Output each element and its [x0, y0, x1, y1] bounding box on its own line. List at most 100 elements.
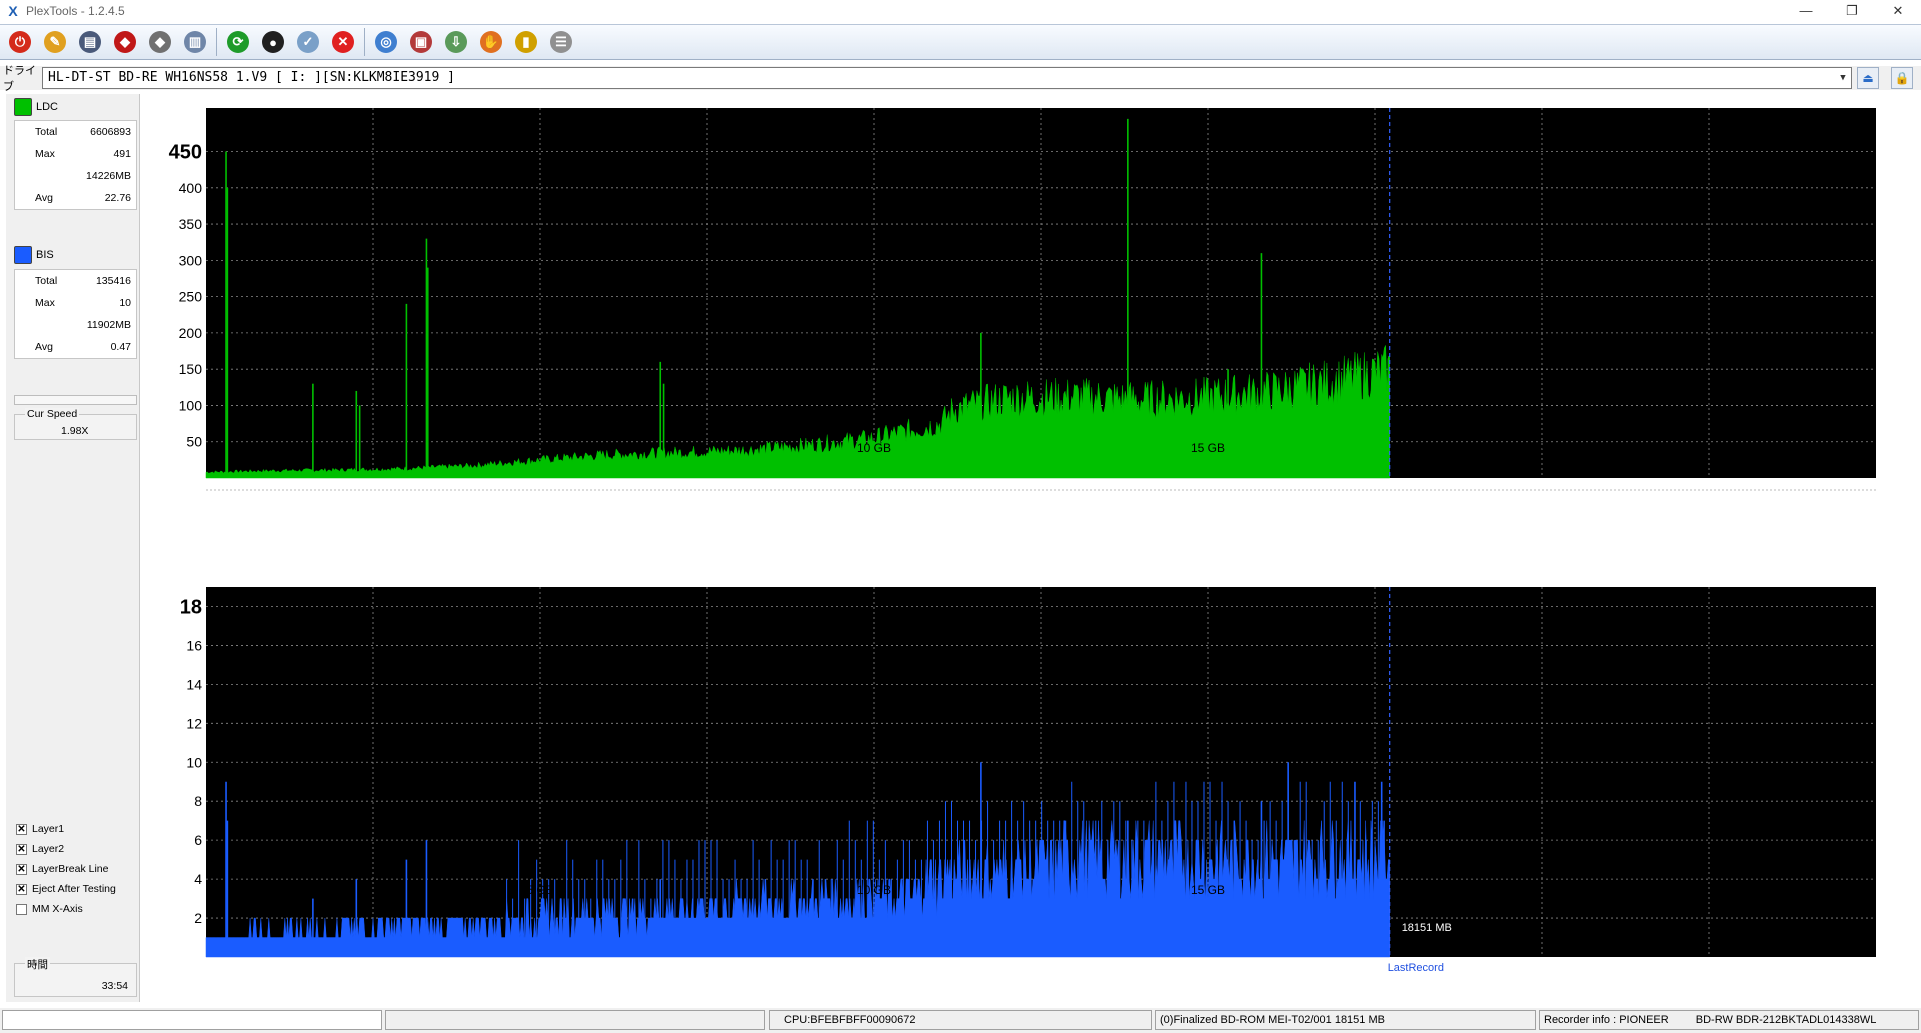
stat-key: Total	[35, 126, 58, 138]
last-record-label: LastRecord	[1388, 962, 1444, 974]
bis-avg-row: Avg 0.47	[15, 336, 136, 358]
checkbox-label: Layer1	[32, 823, 65, 835]
disc-blue-icon: ◎	[375, 31, 397, 53]
time-value: 33:54	[101, 980, 128, 992]
bis-y-tick-label: 2	[194, 910, 202, 926]
time-label: 時間	[25, 957, 50, 972]
status-progress-field	[2, 1010, 382, 1030]
stat-value: 11902MB	[86, 319, 131, 331]
ldc-y-tick-label: 400	[179, 180, 203, 196]
disc-red-button[interactable]: ◆	[111, 28, 139, 56]
stat-key: Max	[35, 297, 55, 309]
drive-label: ドライブ	[3, 65, 36, 93]
eject-button[interactable]: ⏏	[1857, 67, 1879, 89]
bis-y-tick-label: 8	[194, 793, 202, 809]
stat-key: Max	[35, 148, 55, 160]
stat-value: 22.76	[104, 192, 131, 204]
status-recorder: Recorder info : PIONEER BD-RW BDR-212BKT…	[1539, 1010, 1919, 1030]
bis-stats: Total 135416 Max 10 11902MB Avg 0.47	[14, 269, 137, 359]
ldc-label: LDC	[36, 101, 59, 113]
checkbox-label: Layer2	[32, 843, 65, 855]
erase-button[interactable]: ✋	[477, 28, 505, 56]
bis-y-tick-label: 14	[186, 676, 202, 692]
checkbox-box[interactable]	[16, 903, 27, 915]
bis-y-tick-label: 6	[194, 832, 202, 848]
drive-select[interactable]: HL-DT-ST BD-RE WH16NS58 1.V9 [ I: ][SN:K…	[42, 67, 1852, 89]
info-button[interactable]: ☰	[547, 28, 575, 56]
disc-grey-icon: ◆	[149, 31, 171, 53]
window-controls: — ❐ ✕	[1783, 0, 1921, 22]
refresh-button[interactable]: ⟳	[224, 28, 252, 56]
bis-swatch	[14, 246, 32, 264]
stat-value: 14226MB	[86, 170, 131, 182]
checkbox-box[interactable]: ✕	[16, 823, 27, 835]
checkbox-box[interactable]: ✕	[16, 863, 27, 875]
bis-y-tick-label: 16	[186, 637, 202, 653]
ldc-max-row: Max 491	[15, 143, 136, 165]
stat-key: Total	[35, 275, 58, 287]
info-icon: ☰	[550, 31, 572, 53]
scan-button[interactable]: ▥	[181, 28, 209, 56]
stat-value: 491	[113, 148, 131, 160]
drive-bar: ドライブ HL-DT-ST BD-RE WH16NS58 1.V9 [ I: ]…	[0, 65, 1921, 93]
chevron-down-icon[interactable]: ▼	[1835, 68, 1851, 88]
stat-value: 135416	[95, 275, 131, 287]
ldc-y-tick-label: 50	[186, 434, 202, 450]
time-group: 時間 33:54	[14, 957, 137, 997]
bis-y-tick-label: 12	[186, 715, 202, 731]
power-button[interactable]: ⏻	[6, 28, 34, 56]
layerbreak-line-checkbox[interactable]: ✕ LayerBreak Line	[16, 863, 108, 875]
power-icon: ⏻	[9, 31, 31, 53]
drive-select-value: HL-DT-ST BD-RE WH16NS58 1.V9 [ I: ][SN:K…	[48, 70, 455, 85]
lock-button[interactable]: 🔒	[1891, 67, 1913, 89]
ldc-stats: Total 6606893 Max 491 14226MB Avg 22.76	[14, 120, 137, 210]
ldc-x-tick-label: 20 GB	[1525, 441, 1559, 455]
disc-blue-button[interactable]: ◎	[372, 28, 400, 56]
restore-button[interactable]: ❐	[1829, 0, 1875, 22]
eject-after-testing-checkbox[interactable]: ✕ Eject After Testing	[16, 883, 116, 895]
minimize-button[interactable]: —	[1783, 0, 1829, 22]
bis-x-tick-label: 20 GB	[1525, 883, 1559, 897]
bis-max-pos-row: 11902MB	[15, 314, 136, 336]
chart-icon: ▮	[515, 31, 537, 53]
ldc-swatch	[14, 98, 32, 116]
checkbox-box[interactable]: ✕	[16, 883, 27, 895]
download-icon: ⇩	[445, 31, 467, 53]
last-record-size-label: 18151 MB	[1402, 922, 1452, 934]
toolbar-separator	[216, 28, 217, 56]
checkbox-box[interactable]: ✕	[16, 843, 27, 855]
ldc-x-tick-label: 15 GB	[1191, 441, 1225, 455]
ldc-x-tick-label: 10 GB	[857, 441, 891, 455]
title-bar: X PlexTools - 1.2.4.5 — ❐ ✕	[0, 0, 1921, 22]
drive-button[interactable]: ▤	[76, 28, 104, 56]
cur-speed-value: 1.98X	[61, 425, 89, 437]
ldc-max-pos-row: 14226MB	[15, 165, 136, 187]
status-message-field	[385, 1010, 765, 1030]
checkbox-label: LayerBreak Line	[32, 863, 109, 875]
layer1-checkbox[interactable]: ✕ Layer1	[16, 823, 64, 835]
lock-icon: 🔒	[1894, 71, 1910, 85]
chart-button[interactable]: ▮	[512, 28, 540, 56]
bis-x-tick-label: 10 GB	[857, 883, 891, 897]
burn-button[interactable]: ▣	[407, 28, 435, 56]
ldc-y-tick-label: 200	[179, 325, 203, 341]
disc-grey-button[interactable]: ◆	[146, 28, 174, 56]
check-disc-button[interactable]: ✓	[294, 28, 322, 56]
download-button[interactable]: ⇩	[442, 28, 470, 56]
record-button[interactable]: ●	[259, 28, 287, 56]
eject-icon: ⏏	[1862, 71, 1874, 85]
tools-button[interactable]: ✎	[41, 28, 69, 56]
close-button[interactable]: ✕	[1875, 0, 1921, 22]
record-icon: ●	[262, 31, 284, 53]
mm-x-axis-checkbox[interactable]: MM X-Axis	[16, 903, 83, 915]
layer2-checkbox[interactable]: ✕ Layer2	[16, 843, 64, 855]
check-disc-icon: ✓	[297, 31, 319, 53]
stop-button[interactable]: ✕	[329, 28, 357, 56]
charts-svg: 450 400 350 300 250 200 150 100 50 5 GB 10 GB 15 GB…	[169, 108, 1876, 974]
ldc-total-row: Total 6606893	[15, 121, 136, 143]
bis-max-row: Max 10	[15, 292, 136, 314]
ldc-y-tick-label: 250	[179, 289, 203, 305]
scan-icon: ▥	[184, 31, 206, 53]
bis-total-row: Total 135416	[15, 270, 136, 292]
ldc-legend: LDC	[14, 98, 58, 116]
